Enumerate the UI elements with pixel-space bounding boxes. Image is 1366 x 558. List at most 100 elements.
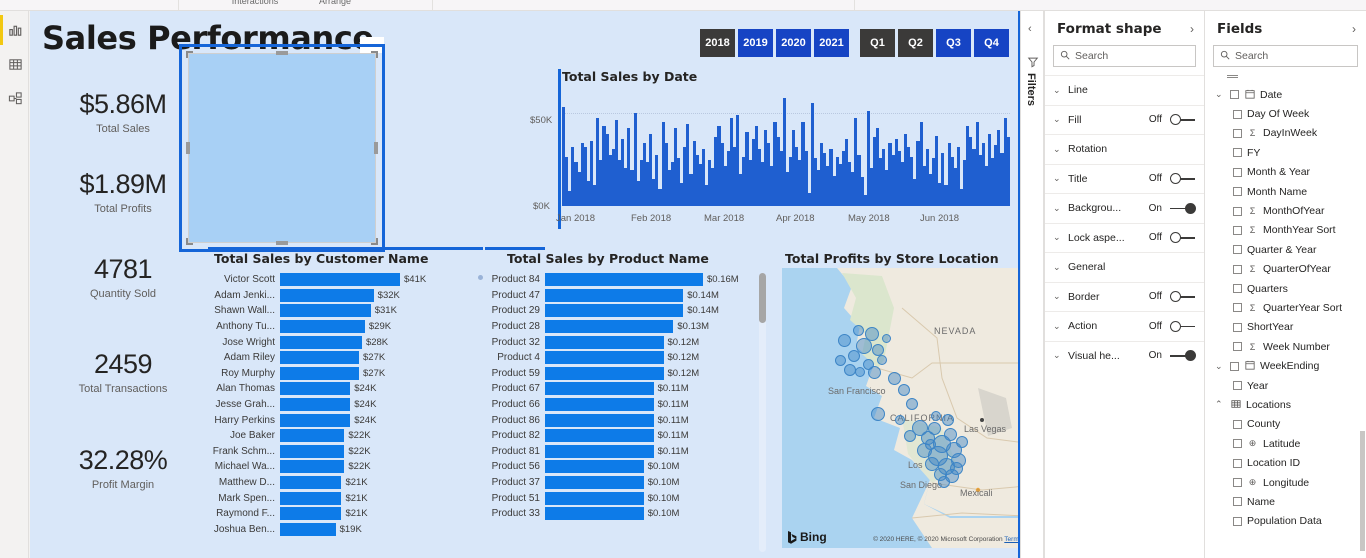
format-section-rotation[interactable]: ⌄ Rotation	[1045, 134, 1204, 164]
format-section-general[interactable]: ⌄ General	[1045, 252, 1204, 282]
field-item-monthofyear[interactable]: Σ MonthOfYear	[1205, 201, 1366, 220]
bar-fill[interactable]	[280, 476, 342, 490]
field-checkbox[interactable]	[1233, 342, 1242, 352]
chevron-down-icon[interactable]: ⌄	[1053, 173, 1063, 184]
field-item-latitude[interactable]: ⊕ Latitude	[1205, 434, 1366, 453]
map-bubble[interactable]	[924, 438, 936, 450]
field-checkbox[interactable]	[1233, 303, 1242, 313]
format-section-action[interactable]: ⌄ Action Off	[1045, 311, 1204, 341]
field-item-fy[interactable]: FY	[1205, 143, 1366, 162]
map-bubble[interactable]	[881, 333, 891, 343]
map-bubble[interactable]	[906, 398, 918, 410]
map-bubble[interactable]	[895, 415, 905, 425]
field-item-month-year[interactable]: Month & Year	[1205, 163, 1366, 182]
bar-row[interactable]: Raymond F... $21K	[208, 506, 483, 522]
toggle-switch[interactable]	[1170, 173, 1196, 185]
resize-handle-right[interactable]	[374, 142, 378, 154]
field-checkbox[interactable]	[1233, 109, 1242, 119]
bar-row[interactable]: Joe Baker $22K	[208, 428, 483, 444]
format-section-lock-aspe[interactable]: ⌄ Lock aspe... Off	[1045, 222, 1204, 253]
bar-fill[interactable]	[280, 288, 374, 302]
selected-shape[interactable]	[179, 44, 385, 252]
format-section-visual-he[interactable]: ⌄ Visual he... On	[1045, 340, 1204, 371]
bar-fill[interactable]	[545, 413, 654, 427]
format-search-input[interactable]: Search	[1053, 45, 1196, 67]
bar-fill[interactable]	[280, 320, 365, 334]
toggle-switch[interactable]	[1170, 114, 1196, 126]
field-checkbox[interactable]	[1233, 381, 1242, 391]
chevron-down-icon[interactable]: ⌄	[1053, 291, 1063, 302]
bar-row[interactable]: Matthew D... $21K	[208, 475, 483, 491]
map-bubble[interactable]	[852, 324, 864, 336]
bar-fill[interactable]	[545, 491, 644, 505]
collapse-fields-pane-chevron-icon[interactable]: ›	[1352, 22, 1356, 36]
fields-search-input[interactable]: Search	[1213, 45, 1358, 67]
field-checkbox[interactable]	[1233, 497, 1242, 507]
slicer-button-2021[interactable]: 2021	[814, 29, 849, 57]
bar-row[interactable]: Frank Schm... $22K	[208, 444, 483, 460]
map-bubble[interactable]	[938, 476, 950, 488]
bar-row[interactable]: Harry Perkins $24K	[208, 412, 483, 428]
slicer-button-2020[interactable]: 2020	[776, 29, 811, 57]
chevron-down-icon[interactable]: ⌄	[1053, 144, 1063, 155]
bar-row[interactable]: Adam Riley $27K	[208, 350, 483, 366]
bar-fill[interactable]	[545, 304, 684, 318]
bar-row[interactable]: Product 56 $0.10M	[485, 459, 756, 475]
resize-handle-bottom-right[interactable]	[371, 238, 378, 245]
resize-handle-bottom[interactable]	[276, 241, 288, 245]
bar-fill[interactable]	[280, 491, 342, 505]
bar-row[interactable]: Product 32 $0.12M	[485, 334, 756, 350]
field-item-year[interactable]: Year	[1205, 376, 1366, 395]
bar-fill[interactable]	[280, 444, 345, 458]
field-checkbox[interactable]	[1233, 206, 1242, 216]
model-view-button[interactable]	[5, 88, 25, 108]
field-item-county[interactable]: County	[1205, 415, 1366, 434]
map-bubble[interactable]	[904, 430, 916, 442]
field-item-month-name[interactable]: Month Name	[1205, 182, 1366, 201]
bar-fill[interactable]	[545, 320, 674, 334]
bar-row[interactable]: Joshua Ben... $19K	[208, 522, 483, 538]
field-item-date[interactable]: ⌄ Date	[1205, 85, 1366, 104]
year-slicer[interactable]: 2018 2019 2020 2021	[700, 29, 849, 57]
field-item-day-of-week[interactable]: Day Of Week	[1205, 104, 1366, 123]
slicer-button-2019[interactable]: 2019	[738, 29, 773, 57]
bar-fill[interactable]	[545, 382, 654, 396]
chevron-down-icon[interactable]: ⌄	[1215, 89, 1225, 100]
bar-row[interactable]: Victor Scott $41K	[208, 272, 483, 288]
chevron-down-icon[interactable]: ⌄	[1053, 232, 1063, 243]
quarter-slicer[interactable]: Q1 Q2 Q3 Q4	[860, 29, 1009, 57]
field-checkbox[interactable]	[1233, 478, 1242, 487]
bar-row[interactable]: Product 82 $0.11M	[485, 428, 756, 444]
map-bubble[interactable]	[931, 411, 941, 421]
field-item-quarter-year[interactable]: Quarter & Year	[1205, 240, 1366, 259]
chevron-down-icon[interactable]: ⌄	[1215, 361, 1225, 372]
map-bubble[interactable]	[956, 436, 968, 448]
field-checkbox[interactable]	[1233, 264, 1242, 274]
field-checkbox[interactable]	[1233, 225, 1242, 235]
field-checkbox[interactable]	[1233, 458, 1242, 468]
format-section-line[interactable]: ⌄ Line	[1045, 75, 1204, 105]
slicer-button-Q1[interactable]: Q1	[860, 29, 895, 57]
toggle-switch[interactable]	[1170, 291, 1196, 303]
bar-row[interactable]: Product 66 $0.11M	[485, 397, 756, 413]
resize-handle-top[interactable]	[276, 51, 288, 55]
map-bubble[interactable]	[898, 384, 910, 396]
map-bubble[interactable]	[949, 461, 963, 475]
field-item-dayinweek[interactable]: Σ DayInWeek	[1205, 124, 1366, 143]
bar-fill[interactable]	[545, 398, 654, 412]
bar-row[interactable]: Alan Thomas $24K	[208, 381, 483, 397]
resize-handle-left[interactable]	[186, 142, 190, 154]
field-checkbox[interactable]	[1233, 148, 1242, 158]
chevron-down-icon[interactable]: ⌄	[1053, 262, 1063, 273]
map-bubble[interactable]	[855, 367, 865, 377]
field-checkbox[interactable]	[1230, 361, 1239, 371]
bar-row[interactable]: Product 47 $0.14M	[485, 288, 756, 304]
bar-fill[interactable]	[280, 366, 360, 380]
bar-fill[interactable]	[545, 351, 664, 365]
chevron-up-icon[interactable]: ⌃	[1215, 399, 1225, 410]
kpi-card-quantity-sold[interactable]: 4781 Quantity Sold	[48, 254, 198, 300]
kpi-card-total-transactions[interactable]: 2459 Total Transactions	[48, 349, 198, 395]
field-item-quarteryear-sort[interactable]: Σ QuarterYear Sort	[1205, 298, 1366, 317]
bar-row[interactable]: Product 51 $0.10M	[485, 490, 756, 506]
collapse-format-pane-chevron-icon[interactable]: ›	[1190, 22, 1194, 36]
